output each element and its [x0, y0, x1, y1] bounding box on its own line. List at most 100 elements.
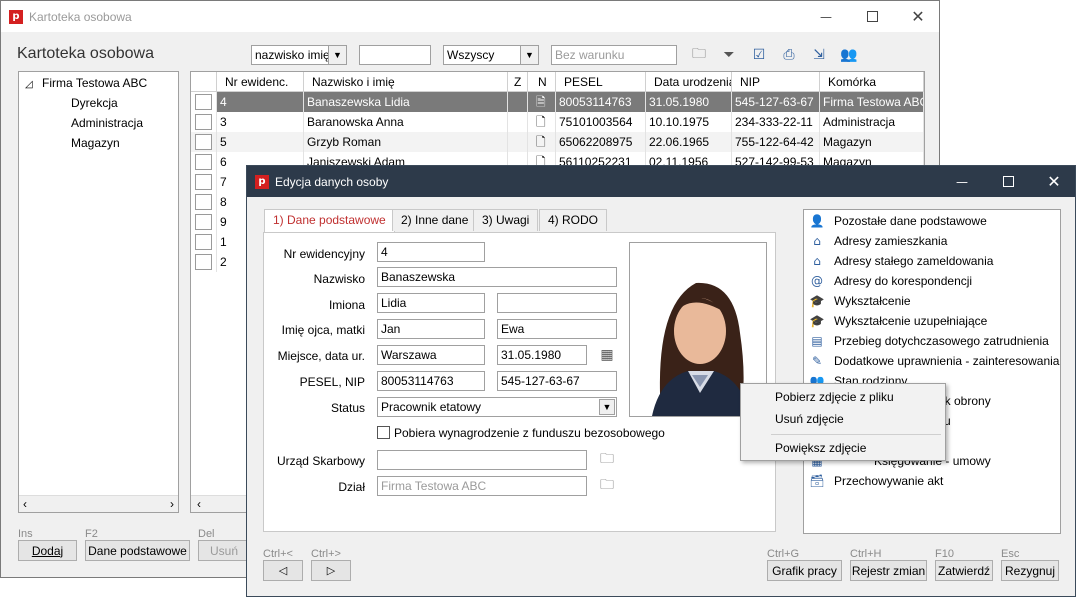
- nip-field[interactable]: 545-127-63-67: [497, 371, 617, 391]
- col-birthdate[interactable]: Data urodzenia: [646, 72, 732, 92]
- col-unit[interactable]: Komórka: [820, 72, 924, 92]
- row-checkbox[interactable]: [195, 254, 212, 270]
- department-tree: ◿ Firma Testowa ABC Dyrekcja Administrac…: [18, 71, 179, 513]
- users-icon[interactable]: 👥: [839, 45, 859, 65]
- list-item[interactable]: 🎓 Wykształcenie: [808, 291, 1060, 311]
- list-item[interactable]: 🎓 Wykształcenie uzupełniające: [808, 311, 1060, 331]
- key-hint-next: Ctrl+>: [311, 548, 341, 560]
- remove-button[interactable]: Usuń: [198, 540, 250, 561]
- maximize-button[interactable]: [849, 1, 895, 32]
- col-pesel[interactable]: PESEL: [556, 72, 646, 92]
- tab-other[interactable]: 2) Inne dane: [392, 209, 478, 231]
- change-log-button[interactable]: Rejestr zmian: [850, 560, 927, 581]
- close-button[interactable]: ✕: [895, 1, 941, 32]
- collapse-icon[interactable]: ◿: [25, 79, 33, 90]
- row-checkbox[interactable]: [195, 154, 212, 170]
- bezosobowy-checkbox[interactable]: [377, 426, 390, 439]
- tab-notes[interactable]: 3) Uwagi: [473, 209, 539, 231]
- row-checkbox[interactable]: [195, 214, 212, 230]
- list-item[interactable]: @ Adresy do korespondencji: [808, 271, 1060, 291]
- row-checkbox[interactable]: [195, 114, 212, 130]
- list-item[interactable]: 👤 Pozostałe dane podstawowe: [808, 211, 1060, 231]
- first-name-field[interactable]: Lidia: [377, 293, 485, 313]
- minimize-button[interactable]: —: [939, 166, 985, 197]
- birth-place-field[interactable]: Warszawa: [377, 345, 485, 365]
- tree-item-dyrekcja[interactable]: Dyrekcja: [71, 96, 118, 110]
- prev-record-button[interactable]: ◁: [263, 560, 303, 581]
- menu-item-remove-photo[interactable]: Usuń zdjęcie: [775, 412, 844, 426]
- triangle-left-icon: ◁: [278, 564, 288, 577]
- scope-select[interactable]: Wszyscy ▼: [443, 45, 539, 65]
- list-item[interactable]: ▤ Przebieg dotychczasowego zatrudnienia: [808, 331, 1060, 351]
- maximize-button[interactable]: [985, 166, 1031, 197]
- status-select[interactable]: Pracownik etatowy ▼: [377, 397, 617, 417]
- basic-data-button[interactable]: Dane podstawowe: [85, 540, 190, 561]
- tax-office-field[interactable]: [377, 450, 587, 470]
- birth-date-field[interactable]: 31.05.1980: [497, 345, 587, 365]
- skills-icon: ✎: [811, 354, 823, 368]
- scroll-right-icon[interactable]: ›: [170, 497, 174, 511]
- col-nr[interactable]: Nr ewidenc.: [217, 72, 304, 92]
- table-row[interactable]: 4 Banaszewska Lidia 🗎 80053114763 31.05.…: [191, 92, 924, 112]
- filter-icon[interactable]: ⏷: [719, 45, 739, 65]
- row-checkbox[interactable]: [195, 234, 212, 250]
- second-name-field[interactable]: [497, 293, 617, 313]
- horizontal-scrollbar[interactable]: ‹ ›: [19, 495, 178, 512]
- folder-icon[interactable]: 🗀: [689, 45, 709, 65]
- list-item[interactable]: ⌂ Adresy stałego zameldowania: [808, 251, 1060, 271]
- scroll-left-icon[interactable]: ‹: [23, 497, 27, 511]
- calendar-icon[interactable]: ▦: [597, 345, 617, 365]
- mother-name-field[interactable]: Ewa: [497, 319, 617, 339]
- confirm-button[interactable]: Zatwierdź: [935, 560, 993, 581]
- row-checkbox[interactable]: [195, 94, 212, 110]
- add-button[interactable]: Dodaj: [18, 540, 77, 561]
- tree-item-administracja[interactable]: Administracja: [71, 116, 143, 130]
- label-nr: Nr ewidencyjny: [283, 247, 365, 261]
- surname-field[interactable]: Banaszewska: [377, 267, 617, 287]
- table-row[interactable]: 3 Baranowska Anna 🗋 75101003564 10.10.19…: [191, 112, 924, 132]
- printer-icon[interactable]: ⎙: [779, 45, 799, 65]
- nr-field[interactable]: 4: [377, 242, 485, 262]
- tab-basic[interactable]: 1) Dane podstawowe: [264, 209, 395, 233]
- employment-history-icon: ▤: [811, 334, 823, 348]
- tab-strip: 1) Dane podstawowe 2) Inne dane 3) Uwagi…: [264, 209, 624, 233]
- checkbox-icon[interactable]: ☑: [749, 45, 769, 65]
- label-surname: Nazwisko: [313, 272, 365, 286]
- schedule-button[interactable]: Grafik pracy: [767, 560, 842, 581]
- archive-icon: 🗃: [809, 474, 825, 488]
- row-checkbox[interactable]: [195, 134, 212, 150]
- document-icon: 🗎: [528, 92, 556, 112]
- close-button[interactable]: ✕: [1031, 166, 1076, 197]
- tree-root[interactable]: ◿ Firma Testowa ABC: [25, 76, 147, 90]
- list-item[interactable]: 🗃 Przechowywanie akt: [808, 471, 1060, 491]
- filter-text-input[interactable]: [359, 45, 431, 65]
- next-record-button[interactable]: ▷: [311, 560, 351, 581]
- department-field[interactable]: Firma Testowa ABC: [377, 476, 587, 496]
- col-name[interactable]: Nazwisko i imię: [304, 72, 508, 92]
- scroll-left-icon[interactable]: ‹: [197, 497, 201, 511]
- col-nip[interactable]: NIP: [732, 72, 820, 92]
- tree-item-magazyn[interactable]: Magazyn: [71, 136, 120, 150]
- list-item[interactable]: ⌂ Adresy zamieszkania: [808, 231, 1060, 251]
- list-item[interactable]: ✎ Dodatkowe uprawnienia - zainteresowania: [808, 351, 1060, 371]
- father-name-field[interactable]: Jan: [377, 319, 485, 339]
- pesel-field[interactable]: 80053114763: [377, 371, 485, 391]
- condition-input[interactable]: Bez warunku: [551, 45, 677, 65]
- title-bar: p Kartoteka osobowa — ✕: [1, 1, 939, 32]
- col-n[interactable]: N: [528, 72, 556, 92]
- col-z[interactable]: Z: [508, 72, 528, 92]
- tab-rodo[interactable]: 4) RODO: [539, 209, 608, 231]
- menu-item-enlarge-photo[interactable]: Powiększ zdjęcie: [775, 441, 866, 455]
- folder-icon[interactable]: 🗀: [597, 450, 617, 470]
- row-checkbox[interactable]: [195, 194, 212, 210]
- cancel-button[interactable]: Rezygnuj: [1001, 560, 1059, 581]
- row-checkbox[interactable]: [195, 174, 212, 190]
- minimize-button[interactable]: —: [803, 1, 849, 32]
- sort-select[interactable]: nazwisko imię ▼: [251, 45, 347, 65]
- home-icon: ⌂: [813, 234, 821, 248]
- table-row[interactable]: 5 Grzyb Roman 🗋 65062208975 22.06.1965 7…: [191, 132, 924, 152]
- key-hint-f2: F2: [85, 528, 98, 540]
- folder-icon[interactable]: 🗀: [597, 476, 617, 496]
- menu-item-load-photo[interactable]: Pobierz zdjęcie z pliku: [775, 390, 894, 404]
- export-icon[interactable]: ⇲: [809, 45, 829, 65]
